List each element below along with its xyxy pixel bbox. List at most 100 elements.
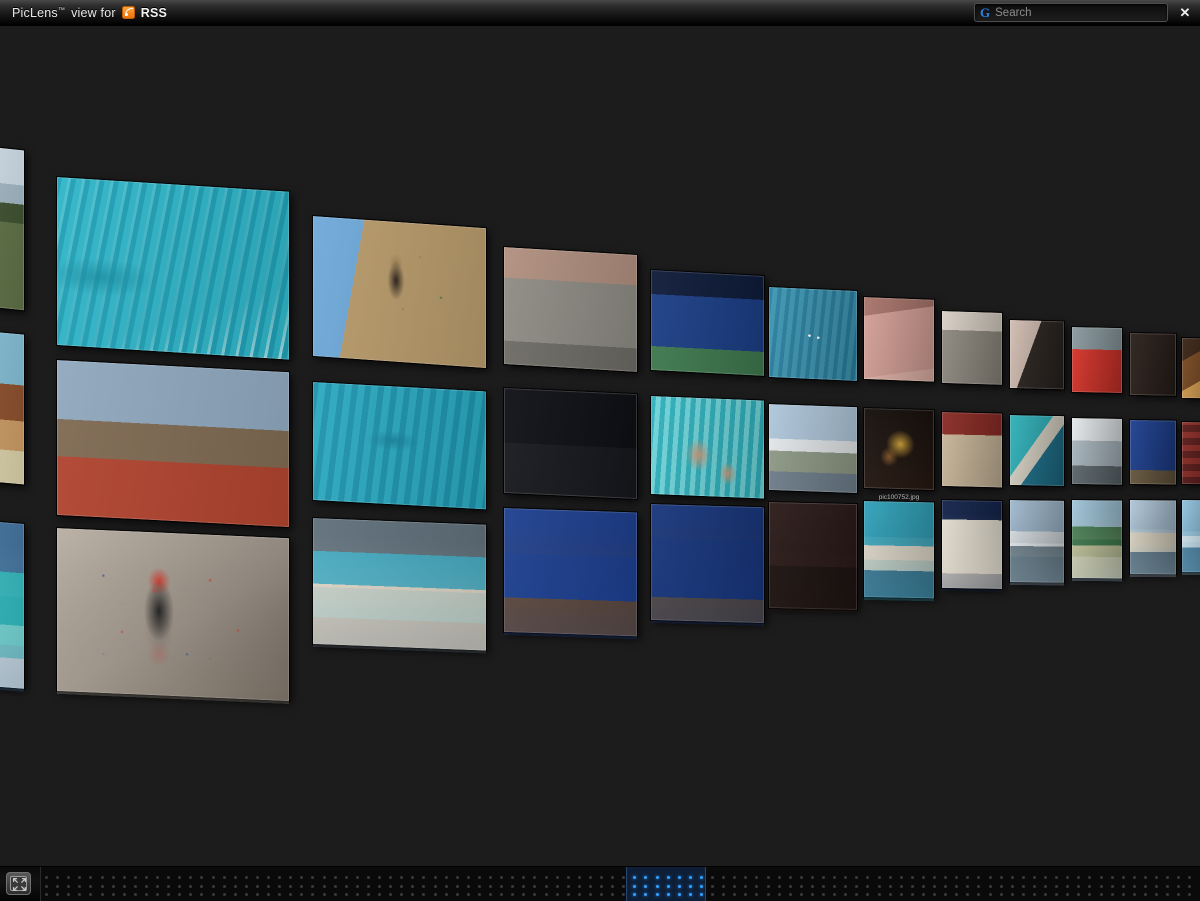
minimap-dot [1055, 876, 1059, 879]
photo-tile[interactable] [1130, 420, 1176, 485]
minimap-dot [1010, 884, 1014, 888]
photo-tile[interactable] [313, 216, 486, 369]
photo-tile[interactable] [769, 502, 857, 610]
minimap-dot [622, 876, 626, 879]
minimap-dot [200, 893, 204, 896]
minimap-dot [56, 876, 60, 879]
minimap-dot [877, 884, 881, 888]
search-input[interactable] [995, 6, 1162, 19]
photo-image [769, 404, 857, 494]
minimap-dot [955, 893, 959, 896]
minimap-dot [422, 884, 426, 888]
image-wall[interactable]: pic100752.jpg [0, 26, 1200, 866]
minimap-dot [267, 893, 270, 896]
photo-tile[interactable] [1182, 422, 1200, 485]
minimap-dot [1177, 893, 1181, 896]
minimap-dot [877, 893, 881, 896]
minimap-dot [722, 876, 726, 879]
photo-tile[interactable] [769, 404, 857, 494]
photo-tile[interactable] [1130, 333, 1176, 396]
photo-tile[interactable] [1130, 500, 1176, 575]
photo-image [1130, 333, 1176, 396]
photo-tile[interactable] [313, 518, 486, 651]
photo-tile[interactable] [769, 287, 857, 381]
photo-tile[interactable] [1182, 500, 1200, 573]
photo-image [1010, 500, 1064, 583]
minimap-dot [533, 876, 537, 879]
photo-tile[interactable] [1010, 415, 1064, 487]
minimap-dot [699, 884, 703, 888]
photo-tile[interactable] [0, 330, 24, 485]
minimap-dot [255, 876, 259, 879]
photo-tile[interactable] [942, 500, 1002, 589]
minimap-selection[interactable] [626, 867, 706, 901]
minimap-dot [866, 893, 870, 896]
photo-tile[interactable] [864, 501, 934, 599]
minimap-dot [333, 893, 337, 896]
minimap-dot [133, 876, 137, 879]
minimap-dot [944, 876, 948, 879]
minimap-dot [788, 876, 792, 879]
photo-tile[interactable] [313, 382, 486, 510]
minimap-dot [100, 876, 104, 879]
minimap-dot [988, 893, 992, 896]
navigation-minimap[interactable] [40, 867, 1200, 901]
photo-tile[interactable] [504, 388, 637, 500]
minimap-dot [278, 876, 282, 879]
photo-tile[interactable] [504, 247, 637, 372]
minimap-dot [622, 884, 626, 888]
photo-tile[interactable] [1010, 500, 1064, 583]
minimap-dot [977, 876, 981, 879]
rss-icon [121, 6, 135, 19]
minimap-dot [1155, 893, 1158, 896]
minimap-dot [222, 884, 226, 888]
minimap-dot [89, 876, 93, 879]
photo-tile[interactable] [1072, 418, 1122, 485]
search-box[interactable]: G [974, 3, 1168, 22]
minimap-dot [655, 884, 659, 888]
photo-image [504, 388, 637, 500]
minimap-dot [477, 876, 481, 879]
photo-tile[interactable] [651, 396, 764, 499]
photo-tile[interactable] [0, 145, 24, 311]
app-title: PicLens™ [12, 5, 66, 20]
minimap-dot [966, 893, 970, 896]
minimap-dot [899, 893, 903, 896]
photo-tile[interactable] [0, 520, 24, 689]
minimap-dot [777, 884, 781, 888]
photo-tile[interactable] [1010, 320, 1064, 390]
minimap-dot [133, 884, 137, 888]
photo-tile[interactable] [1072, 327, 1122, 394]
photo-tile[interactable] [504, 508, 637, 637]
minimap-dot [1177, 884, 1181, 888]
photo-tile[interactable] [864, 408, 934, 491]
minimap-dot [1088, 876, 1092, 879]
minimap-dot [100, 884, 104, 888]
photo-tile[interactable] [57, 177, 289, 360]
photo-tile[interactable] [1072, 500, 1122, 579]
photo-tile[interactable] [942, 311, 1002, 385]
photo-tile[interactable] [651, 504, 764, 624]
minimap-dot [855, 876, 859, 879]
minimap-dot [1143, 876, 1147, 879]
minimap-dot [655, 893, 659, 896]
minimap-dot [933, 876, 936, 879]
photo-tile[interactable] [1182, 338, 1200, 399]
photo-tile[interactable] [651, 270, 764, 376]
minimap-dot [289, 876, 293, 879]
minimap-dot [1010, 876, 1014, 879]
fullscreen-expand-icon[interactable] [6, 872, 31, 895]
minimap-dot [600, 884, 603, 888]
photo-tile[interactable] [942, 412, 1002, 488]
photo-tile[interactable] [57, 360, 289, 528]
minimap-dot [400, 893, 404, 896]
minimap-dot [244, 876, 248, 879]
photo-tile[interactable] [57, 528, 289, 702]
photo-image [1072, 418, 1122, 485]
close-icon[interactable]: ✕ [1177, 5, 1193, 21]
minimap-dot [455, 893, 459, 896]
minimap-dot [866, 876, 870, 879]
minimap-dot [611, 884, 615, 888]
photo-tile[interactable] [864, 297, 934, 382]
minimap-dot [122, 884, 126, 888]
